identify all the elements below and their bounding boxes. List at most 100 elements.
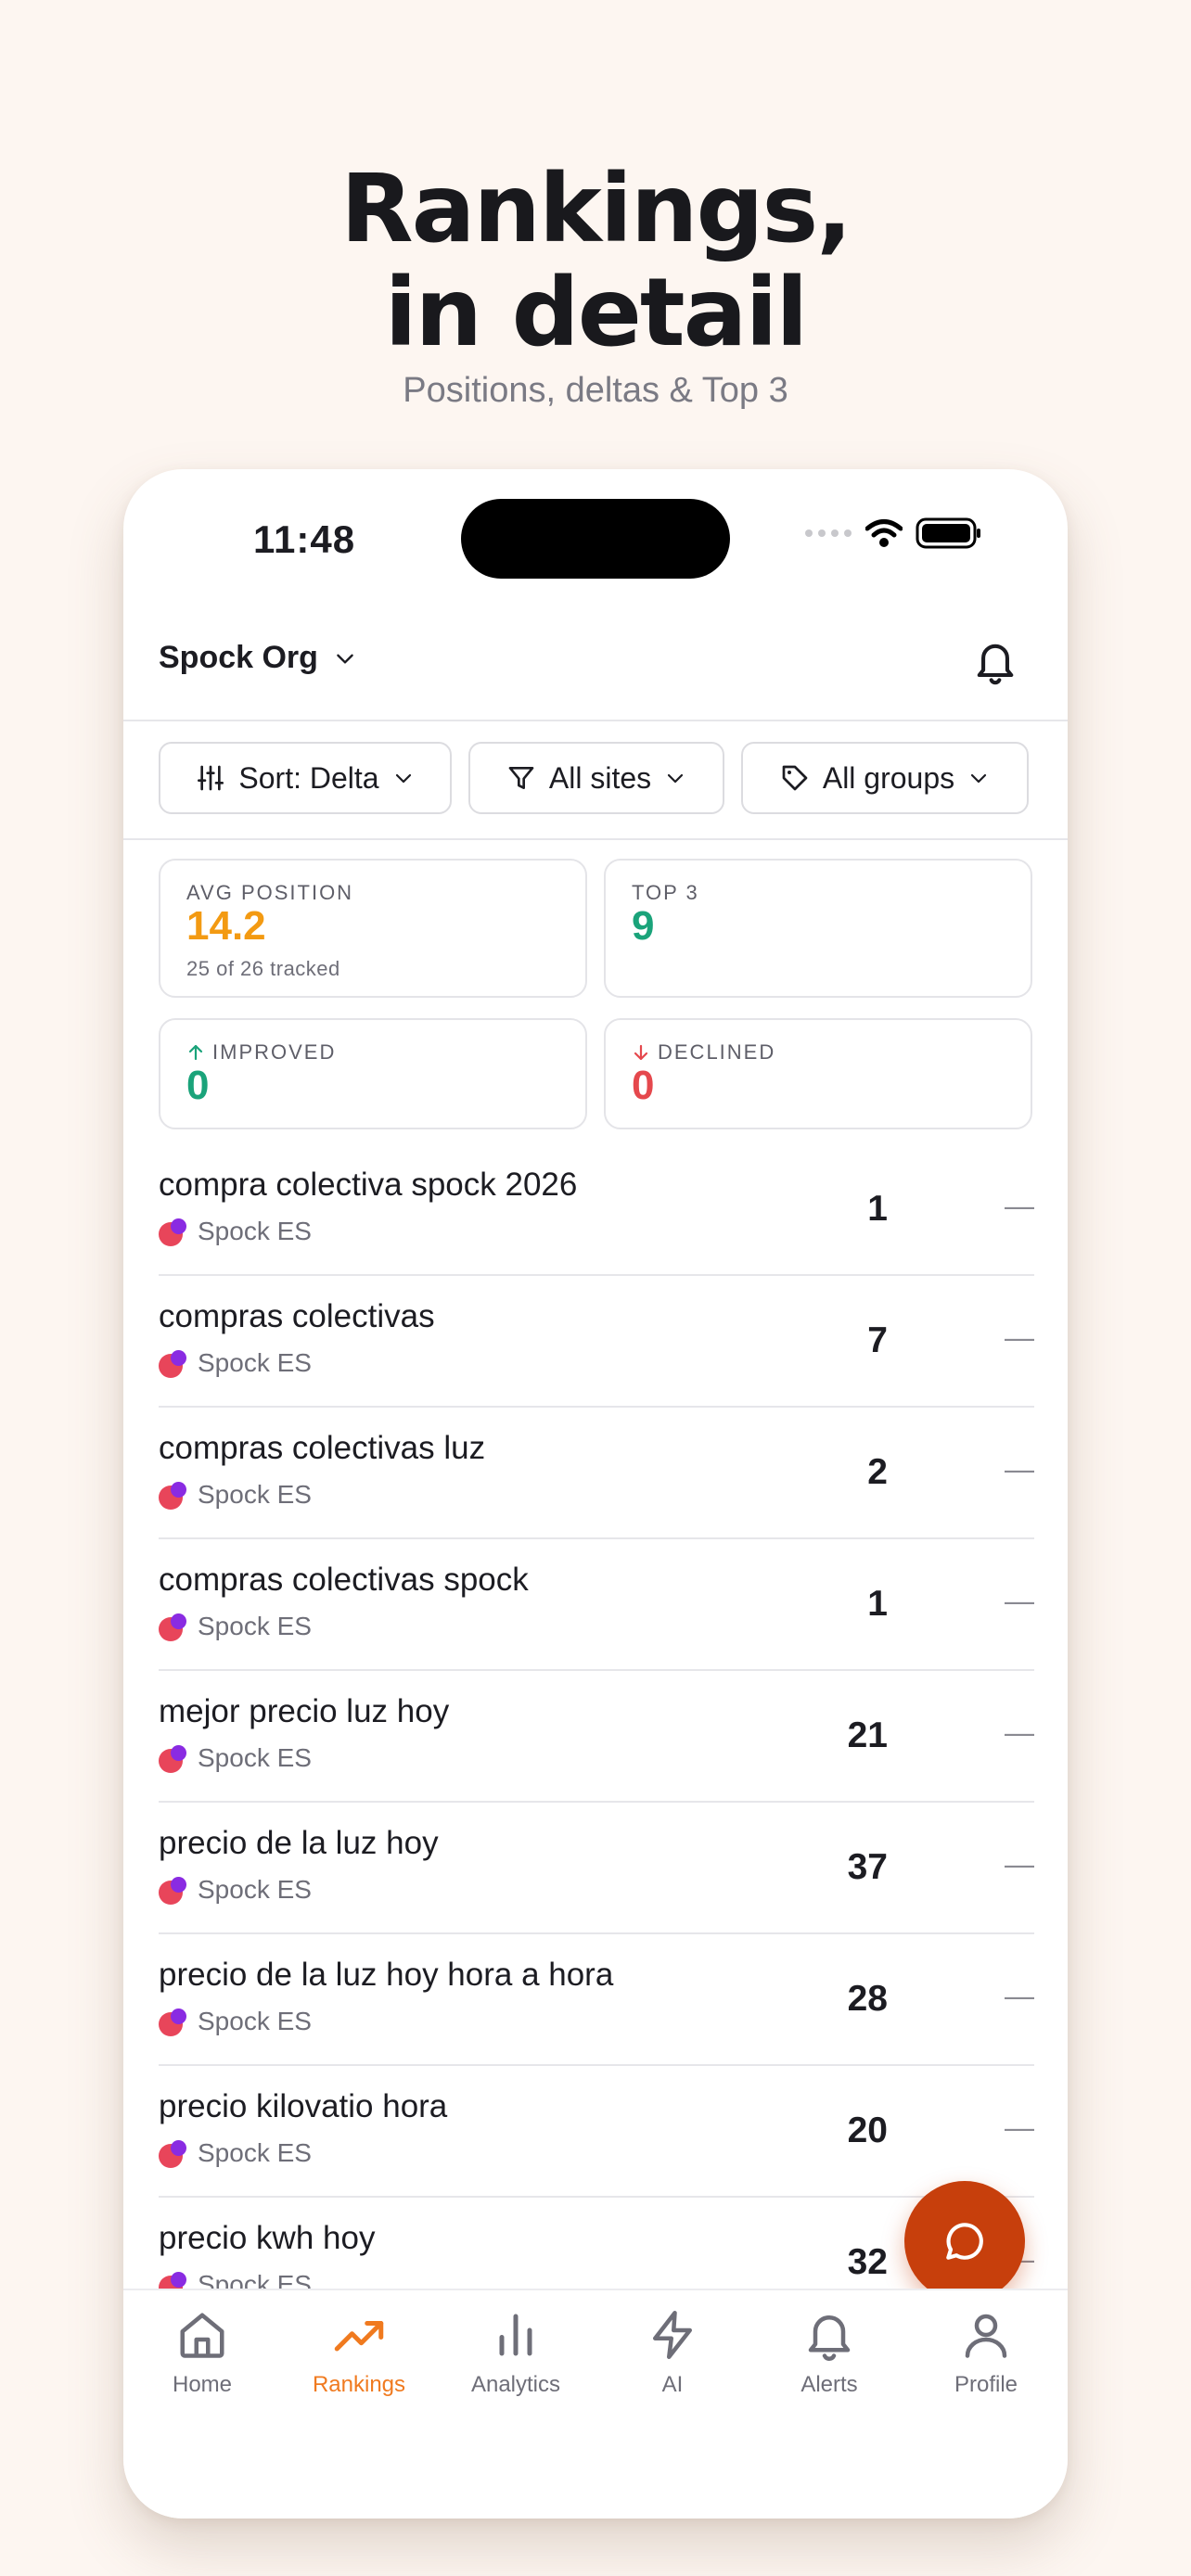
arrow-up-icon bbox=[188, 1044, 203, 1061]
tab-label: Analytics bbox=[470, 2372, 561, 2397]
bell-icon bbox=[808, 2315, 851, 2361]
dynamic-island bbox=[461, 499, 730, 579]
site-favicon-icon bbox=[159, 1612, 188, 1641]
tab-label: Profile bbox=[954, 2372, 1018, 2397]
declined-value: 0 bbox=[632, 1063, 655, 1108]
chevron-down-icon bbox=[395, 773, 411, 784]
ranking-row[interactable]: precio de la luz hoy hora a hora Spock ES… bbox=[159, 1934, 1034, 2066]
status-icons bbox=[804, 517, 982, 549]
position-value: 28 bbox=[847, 1979, 888, 2019]
position-value: 1 bbox=[867, 1189, 888, 1229]
tab-home[interactable]: Home bbox=[123, 2307, 281, 2409]
site-tag: Spock ES bbox=[159, 1743, 312, 1773]
hero-title-line2: in detail bbox=[384, 258, 809, 368]
tab-profile[interactable]: Profile bbox=[907, 2307, 1065, 2409]
site-tag: Spock ES bbox=[159, 2007, 312, 2036]
site-name: Spock ES bbox=[198, 2007, 312, 2035]
position-value: 2 bbox=[867, 1452, 888, 1492]
sites-filter-button[interactable]: All sites bbox=[468, 742, 724, 814]
keyword-text: precio kilovatio hora bbox=[159, 2088, 448, 2124]
sort-label: Sort: Delta bbox=[238, 760, 379, 795]
sort-button[interactable]: Sort: Delta bbox=[159, 742, 452, 814]
ranking-row[interactable]: precio kilovatio hora Spock ES 20 — bbox=[159, 2066, 1034, 2198]
site-name: Spock ES bbox=[198, 1875, 312, 1904]
position-value: 32 bbox=[847, 2242, 888, 2282]
wifi-icon bbox=[865, 519, 903, 547]
battery-icon bbox=[916, 517, 980, 549]
tab-rankings[interactable]: Rankings bbox=[280, 2307, 438, 2409]
tag-icon bbox=[782, 765, 808, 791]
user-icon bbox=[965, 2314, 1007, 2358]
app-header: Spock Org bbox=[123, 606, 1068, 721]
site-tag: Spock ES bbox=[159, 1875, 312, 1905]
hero-title-line1: Rankings, bbox=[340, 154, 852, 264]
declined-label: DECLINED bbox=[658, 1040, 776, 1064]
delta-value: — bbox=[1005, 1189, 1034, 1222]
site-tag: Spock ES bbox=[159, 1217, 312, 1246]
keyword-text: compras colectivas bbox=[159, 1298, 435, 1334]
ranking-row[interactable]: compra colectiva spock 2026 Spock ES 1 — bbox=[159, 1144, 1034, 1276]
improved-label: IMPROVED bbox=[212, 1040, 337, 1064]
sites-filter-label: All sites bbox=[548, 760, 652, 795]
chat-fab-button[interactable] bbox=[904, 2181, 1025, 2302]
org-switcher[interactable]: Spock Org bbox=[159, 640, 357, 676]
site-favicon-icon bbox=[159, 2138, 188, 2168]
improved-card: IMPROVED 0 bbox=[159, 1018, 587, 1129]
keyword-text: precio kwh hoy bbox=[159, 2220, 376, 2256]
tab-analytics[interactable]: Analytics bbox=[437, 2307, 595, 2409]
chat-bubble-icon bbox=[946, 2223, 983, 2260]
site-tag: Spock ES bbox=[159, 1612, 312, 1641]
arrow-down-icon bbox=[634, 1044, 648, 1061]
tab-alerts[interactable]: Alerts bbox=[750, 2307, 908, 2409]
avg-position-card: AVG POSITION 14.2 25 of 26 tracked bbox=[159, 859, 587, 998]
avg-position-value: 14.2 bbox=[186, 903, 266, 949]
site-favicon-icon bbox=[159, 1875, 188, 1905]
position-value: 7 bbox=[867, 1320, 888, 1360]
filter-icon bbox=[508, 767, 534, 789]
site-name: Spock ES bbox=[198, 1348, 312, 1377]
lightning-icon bbox=[653, 2311, 692, 2359]
declined-label-row: DECLINED bbox=[632, 1040, 775, 1065]
ranking-row[interactable]: compras colectivas Spock ES 7 — bbox=[159, 1276, 1034, 1408]
site-name: Spock ES bbox=[198, 1217, 312, 1245]
hero-subtitle: Positions, deltas & Top 3 bbox=[403, 371, 788, 410]
top3-value: 9 bbox=[632, 903, 655, 949]
site-name: Spock ES bbox=[198, 1612, 312, 1640]
ranking-row[interactable]: compras colectivas spock Spock ES 1 — bbox=[159, 1539, 1034, 1671]
top3-card: TOP 3 9 bbox=[604, 859, 1032, 998]
home-icon bbox=[180, 2313, 224, 2358]
chevron-down-icon bbox=[971, 773, 987, 784]
trending-up-icon bbox=[334, 2321, 384, 2352]
tab-bar: Home Rankings Analytics AI Alerts Profil… bbox=[123, 2289, 1068, 2519]
improved-value: 0 bbox=[186, 1063, 210, 1108]
ranking-row[interactable]: compras colectivas luz Spock ES 2 — bbox=[159, 1408, 1034, 1539]
sliders-icon bbox=[198, 765, 224, 791]
position-value: 20 bbox=[847, 2111, 888, 2150]
improved-label-row: IMPROVED bbox=[186, 1040, 336, 1065]
site-name: Spock ES bbox=[198, 1480, 312, 1509]
keyword-text: compras colectivas luz bbox=[159, 1430, 486, 1466]
site-tag: Spock ES bbox=[159, 2138, 312, 2168]
ranking-row[interactable]: precio de la luz hoy Spock ES 37 — bbox=[159, 1803, 1034, 1934]
delta-value: — bbox=[1005, 1979, 1034, 2012]
delta-value: — bbox=[1005, 2111, 1034, 2144]
tab-ai[interactable]: AI bbox=[594, 2307, 751, 2409]
site-favicon-icon bbox=[159, 1480, 188, 1510]
notifications-button[interactable] bbox=[971, 636, 1019, 688]
delta-value: — bbox=[1005, 1320, 1034, 1354]
groups-filter-button[interactable]: All groups bbox=[741, 742, 1029, 814]
site-tag: Spock ES bbox=[159, 1480, 312, 1510]
filter-bar: Sort: Delta All sites All groups bbox=[123, 721, 1068, 840]
site-name: Spock ES bbox=[198, 2138, 312, 2167]
org-name: Spock Org bbox=[159, 640, 318, 675]
site-favicon-icon bbox=[159, 1348, 188, 1378]
position-value: 21 bbox=[847, 1715, 888, 1755]
ranking-row[interactable]: mejor precio luz hoy Spock ES 21 — bbox=[159, 1671, 1034, 1803]
chevron-down-icon bbox=[668, 773, 684, 784]
keyword-text: compras colectivas spock bbox=[159, 1562, 529, 1598]
keyword-text: precio de la luz hoy hora a hora bbox=[159, 1957, 614, 1993]
keyword-text: compra colectiva spock 2026 bbox=[159, 1167, 578, 1203]
tab-label: AI bbox=[661, 2372, 684, 2397]
top3-label: TOP 3 bbox=[632, 881, 699, 904]
site-favicon-icon bbox=[159, 2007, 188, 2036]
